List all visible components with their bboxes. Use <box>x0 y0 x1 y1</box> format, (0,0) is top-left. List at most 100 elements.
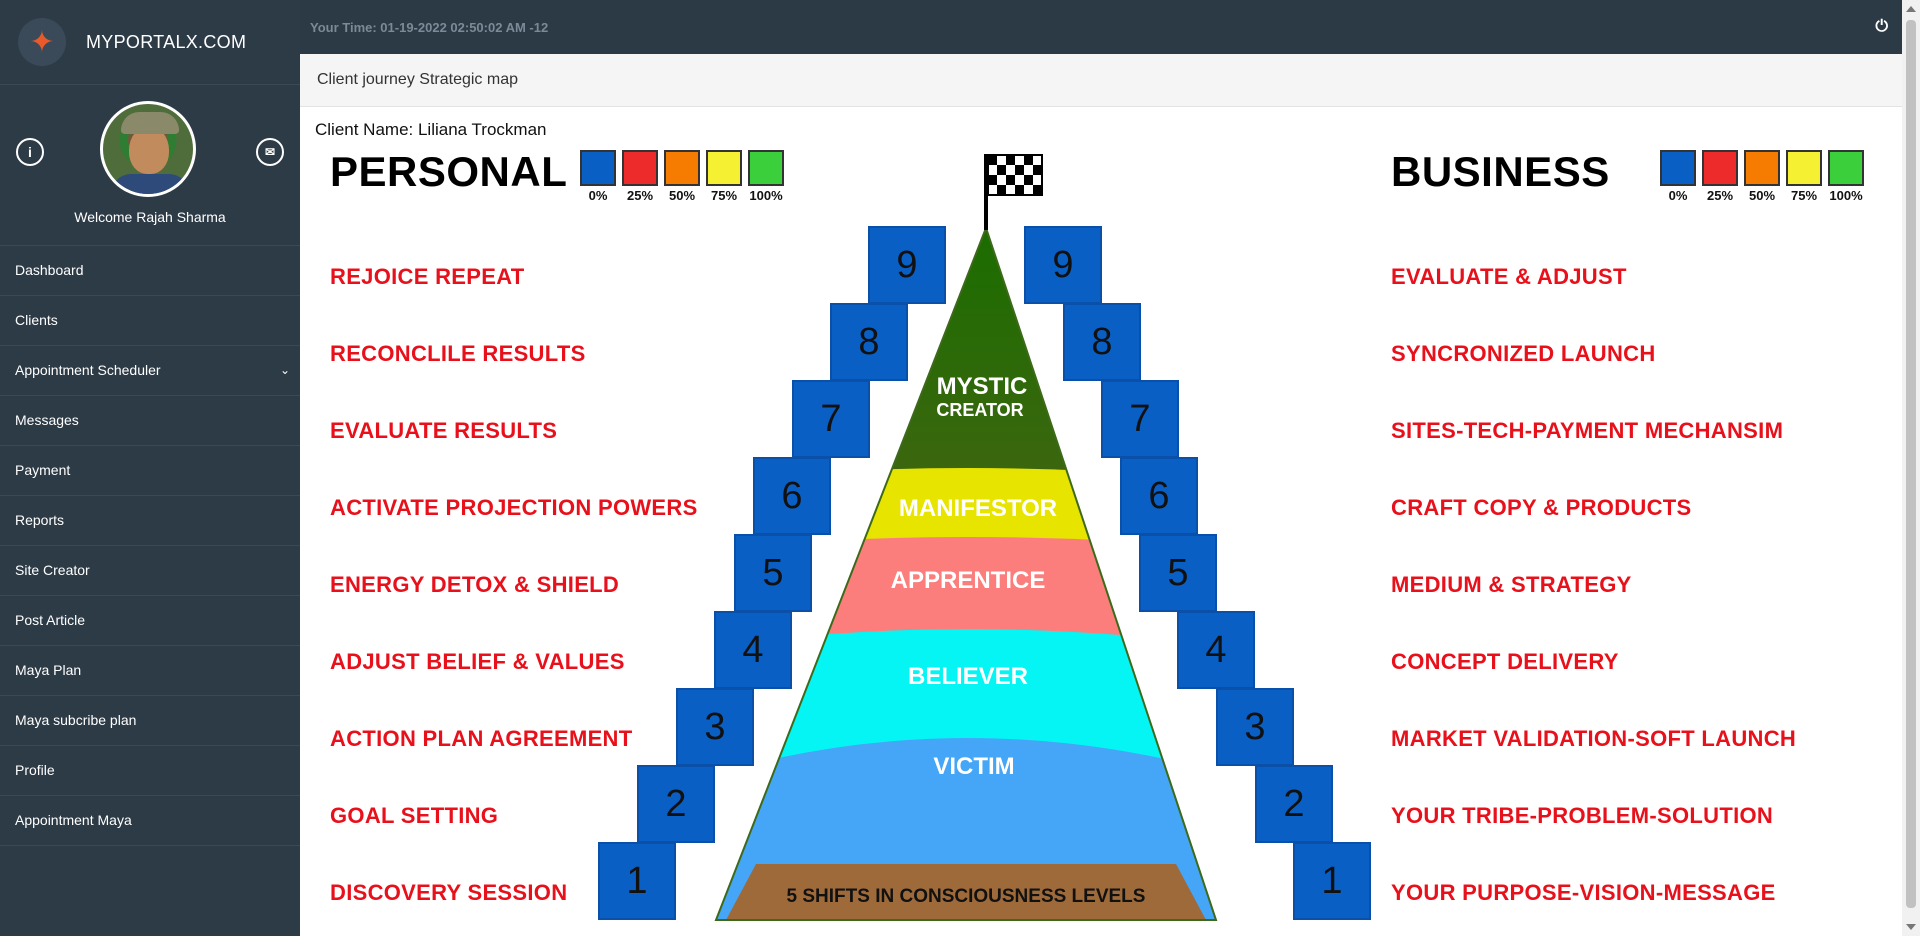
legend-swatch <box>748 150 784 186</box>
power-icon[interactable]: ⏻ <box>1875 18 1888 36</box>
business-step-block-4[interactable]: 4 <box>1177 611 1255 689</box>
legend-item: 75% <box>1784 150 1824 203</box>
envelope-icon[interactable]: ✉ <box>256 138 284 166</box>
legend-label: 100% <box>1829 188 1863 203</box>
business-step-block-3[interactable]: 3 <box>1216 688 1294 766</box>
legend-swatch <box>1660 150 1696 186</box>
business-title: BUSINESS <box>1391 148 1610 195</box>
legend-label: 50% <box>668 188 696 203</box>
sidebar-item-profile[interactable]: Profile <box>0 746 300 796</box>
legend-label: 0% <box>1668 188 1688 203</box>
chevron-down-icon: ⌄ <box>279 363 290 377</box>
sidebar-item-appointment-maya[interactable]: Appointment Maya <box>0 796 300 846</box>
legend-label: 50% <box>1748 188 1776 203</box>
legend-swatch <box>580 150 616 186</box>
personal-step-label-6: ACTIVATE PROJECTION POWERS <box>330 495 698 520</box>
sidebar-item-messages[interactable]: Messages <box>0 396 300 446</box>
business-step-block-6[interactable]: 6 <box>1120 457 1198 535</box>
pyramid-base-label: 5 SHIFTS IN CONSCIOUSNESS LEVELS <box>787 886 1146 907</box>
business-step-label-2: YOUR TRIBE-PROBLEM-SOLUTION <box>1391 803 1774 828</box>
personal-step-block-2[interactable]: 2 <box>637 765 715 843</box>
personal-step-block-5[interactable]: 5 <box>734 534 812 612</box>
business-step-label-3: MARKET VALIDATION-SOFT LAUNCH <box>1391 726 1797 751</box>
sidebar-item-maya-subscribe-plan[interactable]: Maya subcribe plan <box>0 696 300 746</box>
business-step-label-1: YOUR PURPOSE-VISION-MESSAGE <box>1391 880 1776 905</box>
sidebar-item-dashboard[interactable]: Dashboard <box>0 246 300 296</box>
business-legend: 0% 25% 50% 75% 100% <box>1658 150 1868 203</box>
legend-item: 0% <box>1658 150 1698 203</box>
personal-title: PERSONAL <box>330 148 568 195</box>
scrollbar-thumb[interactable] <box>1906 20 1916 908</box>
sidebar-item-label: Appointment Scheduler <box>15 362 161 378</box>
sidebar-item-appointment-scheduler[interactable]: Appointment Scheduler ⌄ <box>0 346 300 396</box>
dancer-logo-icon: ✦ <box>18 18 66 66</box>
level-victim: VICTIM <box>933 753 1014 780</box>
scrollbar[interactable] <box>1902 0 1920 936</box>
legend-item: 50% <box>662 150 702 203</box>
personal-step-block-9[interactable]: 9 <box>868 226 946 304</box>
personal-legend: 0% 25% 50% 75% 100% <box>578 150 788 203</box>
personal-step-block-4[interactable]: 4 <box>714 611 792 689</box>
brand-name: MYPORTALX.COM <box>86 31 247 52</box>
legend-label: 100% <box>749 188 783 203</box>
personal-step-label-7: EVALUATE RESULTS <box>330 418 558 443</box>
legend-label: 0% <box>588 188 608 203</box>
legend-item: 75% <box>704 150 744 203</box>
business-step-block-2[interactable]: 2 <box>1255 765 1333 843</box>
business-step-label-7: SITES-TECH-PAYMENT MECHANSIM <box>1391 418 1784 443</box>
personal-step-block-1[interactable]: 1 <box>598 842 676 920</box>
legend-swatch <box>1828 150 1864 186</box>
legend-label: 75% <box>710 188 738 203</box>
level-creator: CREATOR <box>936 400 1023 420</box>
personal-step-label-2: GOAL SETTING <box>330 803 499 828</box>
personal-step-label-5: ENERGY DETOX & SHIELD <box>330 572 620 597</box>
main-content: Client journey Strategic map Client Name… <box>300 54 1902 936</box>
sidebar-item-maya-plan[interactable]: Maya Plan <box>0 646 300 696</box>
legend-swatch <box>1702 150 1738 186</box>
legend-item: 100% <box>746 150 786 203</box>
welcome-text: Welcome Rajah Sharma <box>74 209 226 225</box>
level-manifestor: MANIFESTOR <box>899 495 1057 522</box>
business-step-label-6: CRAFT COPY & PRODUCTS <box>1391 495 1692 520</box>
personal-step-label-9: REJOICE REPEAT <box>330 264 525 289</box>
business-step-label-8: SYNCRONIZED LAUNCH <box>1391 341 1656 366</box>
sidebar-item-site-creator[interactable]: Site Creator <box>0 546 300 596</box>
personal-step-block-7[interactable]: 7 <box>792 380 870 458</box>
business-step-block-1[interactable]: 1 <box>1293 842 1371 920</box>
legend-item: 100% <box>1826 150 1866 203</box>
legend-swatch <box>706 150 742 186</box>
personal-step-block-6[interactable]: 6 <box>753 457 831 535</box>
current-time: Your Time: 01-19-2022 02:50:02 AM -12 <box>310 20 549 35</box>
legend-item: 50% <box>1742 150 1782 203</box>
level-mystic: MYSTIC <box>937 373 1028 400</box>
scroll-up-arrow-icon[interactable] <box>1906 6 1916 12</box>
sidebar-item-payment[interactable]: Payment <box>0 446 300 496</box>
sidebar-item-reports[interactable]: Reports <box>0 496 300 546</box>
legend-swatch <box>1744 150 1780 186</box>
user-profile-panel: i ✉ Welcome Rajah Sharma <box>0 85 300 246</box>
business-step-block-9[interactable]: 9 <box>1024 226 1102 304</box>
business-step-label-4: CONCEPT DELIVERY <box>1391 649 1619 674</box>
personal-step-label-8: RECONCLILE RESULTS <box>330 341 586 366</box>
legend-label: 75% <box>1790 188 1818 203</box>
top-bar: Your Time: 01-19-2022 02:50:02 AM -12 ⏻ <box>300 0 1902 54</box>
sidebar-item-clients[interactable]: Clients <box>0 296 300 346</box>
scroll-down-arrow-icon[interactable] <box>1906 924 1916 930</box>
business-step-block-8[interactable]: 8 <box>1063 303 1141 381</box>
legend-swatch <box>622 150 658 186</box>
personal-step-block-3[interactable]: 3 <box>676 688 754 766</box>
business-step-block-5[interactable]: 5 <box>1139 534 1217 612</box>
personal-step-block-8[interactable]: 8 <box>830 303 908 381</box>
legend-swatch <box>1786 150 1822 186</box>
info-icon[interactable]: i <box>16 138 44 166</box>
legend-label: 25% <box>1706 188 1734 203</box>
personal-step-label-3: ACTION PLAN AGREEMENT <box>330 726 633 751</box>
business-step-block-7[interactable]: 7 <box>1101 380 1179 458</box>
personal-step-label-1: DISCOVERY SESSION <box>330 880 568 905</box>
personal-step-label-4: ADJUST BELIEF & VALUES <box>330 649 625 674</box>
avatar[interactable] <box>100 101 196 197</box>
legend-item: 25% <box>620 150 660 203</box>
sidebar-item-post-article[interactable]: Post Article <box>0 596 300 646</box>
business-step-label-9: EVALUATE & ADJUST <box>1391 264 1627 289</box>
brand-header[interactable]: ✦ MYPORTALX.COM <box>0 0 300 85</box>
